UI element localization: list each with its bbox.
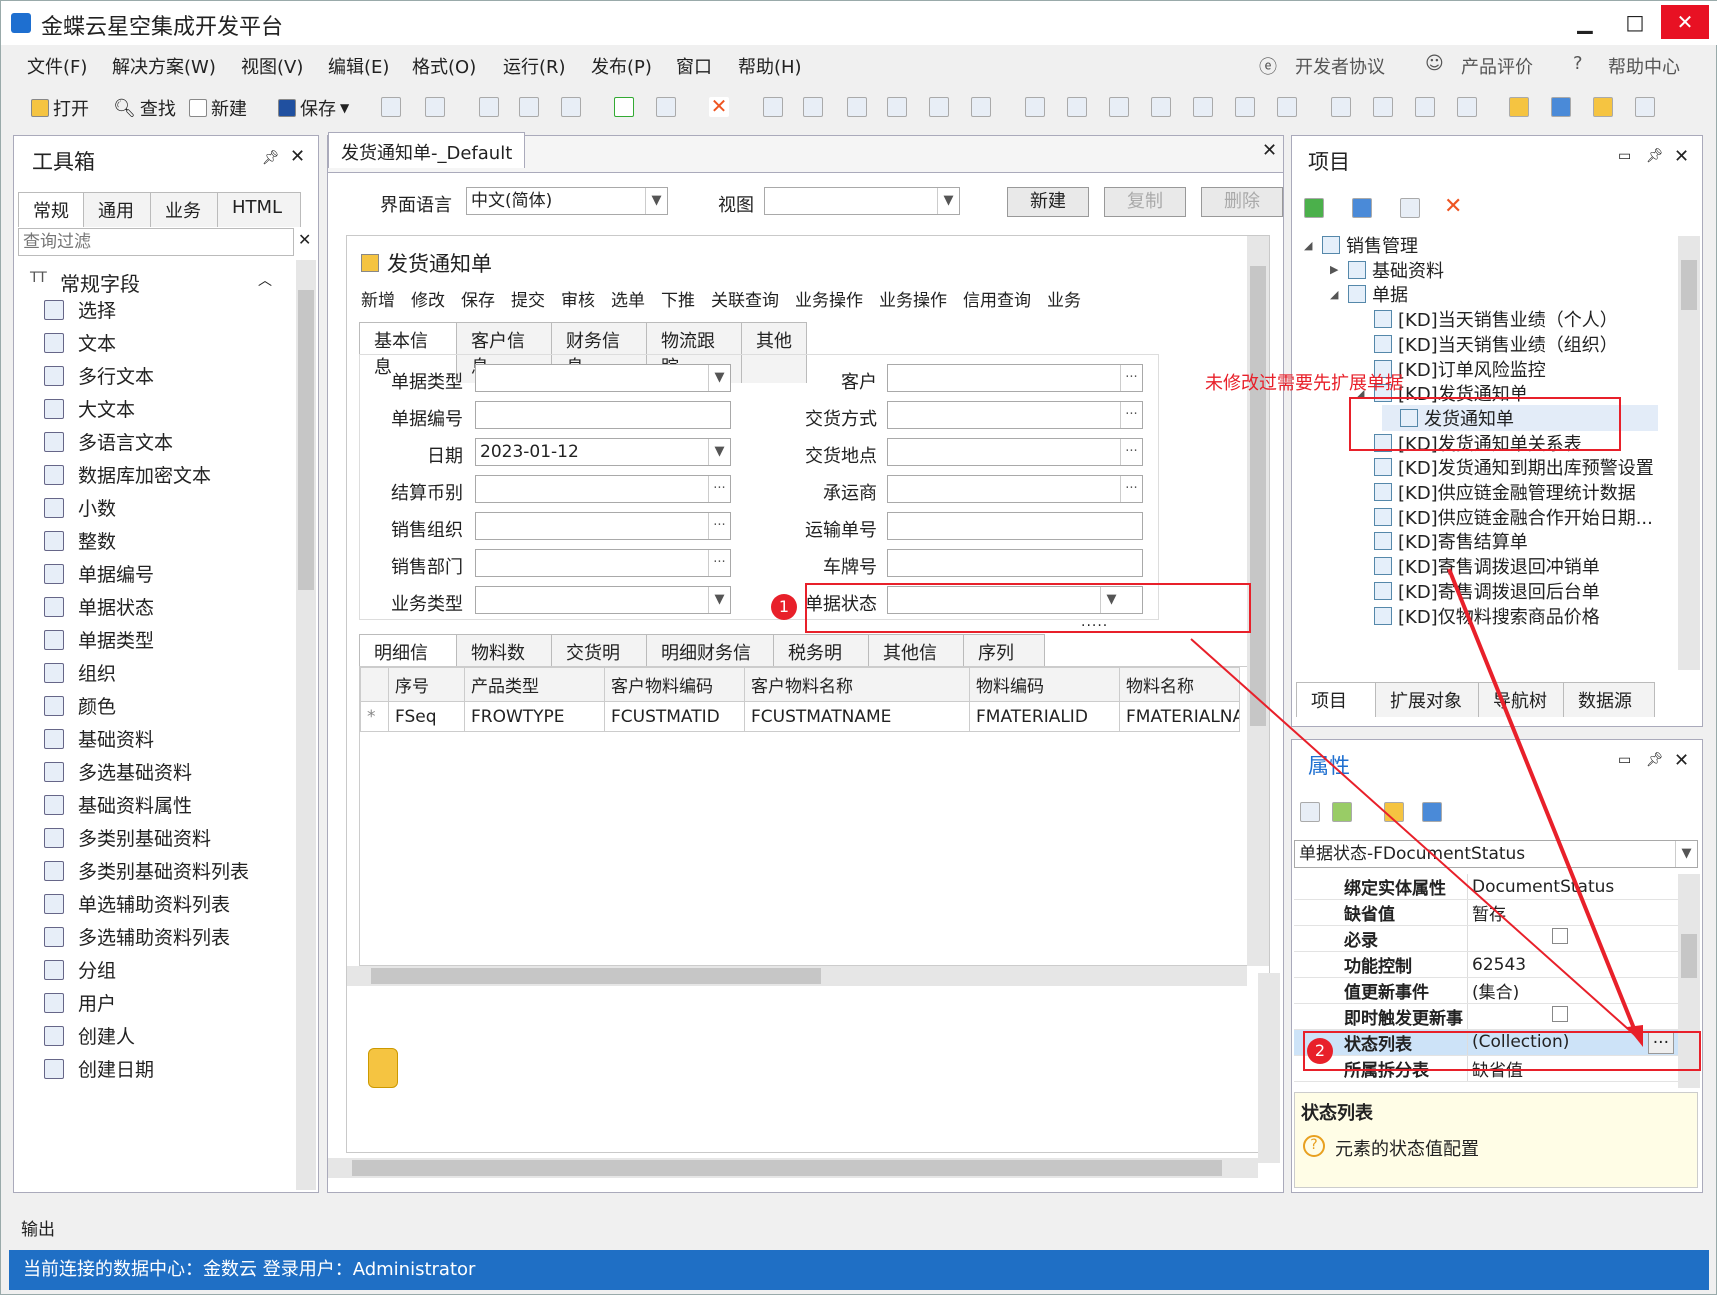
output-label[interactable]: 输出 bbox=[21, 1215, 55, 1240]
status-bar: 当前连接的数据中心：金数云 登录用户：Administrator bbox=[9, 1250, 1709, 1290]
annotation-arrow bbox=[1190, 568, 1643, 1047]
status-text: 当前连接的数据中心：金数云 登录用户：Administrator bbox=[23, 1259, 476, 1280]
app-window: 金蝶云星空集成开发平台 ▁ □ ✕ 文件(F) 解决方案(W) 视图(V) 编辑… bbox=[0, 0, 1717, 1295]
